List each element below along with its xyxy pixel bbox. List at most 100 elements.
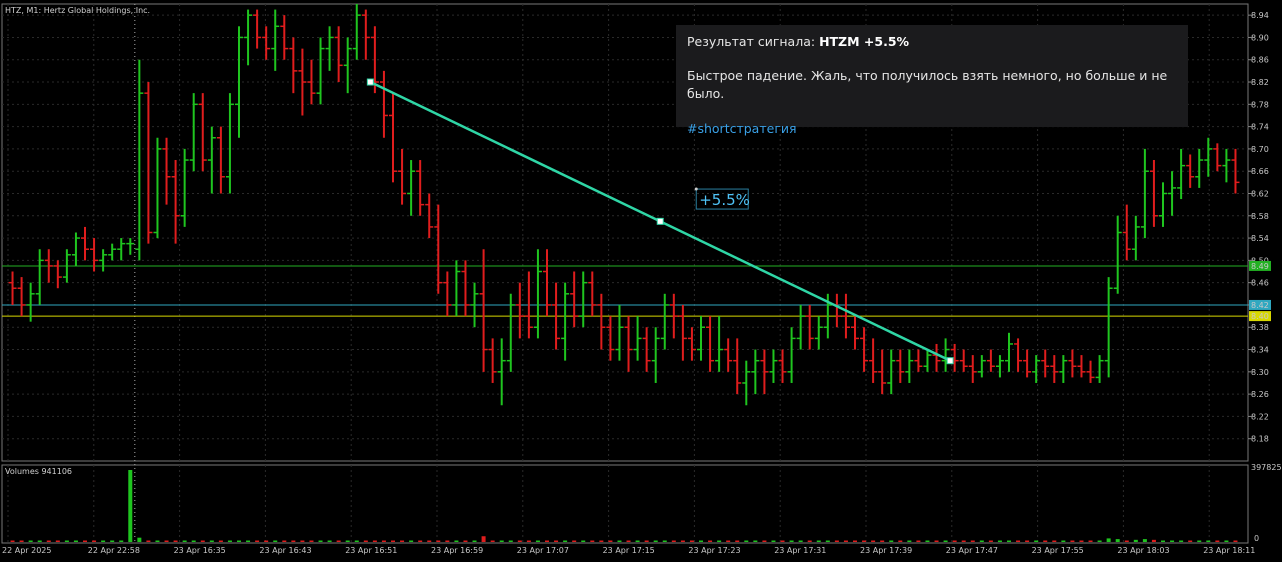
trendline-handle <box>366 78 374 86</box>
volume-bar <box>635 540 640 542</box>
x-tick-label: 23 Apr 18:03 <box>1117 546 1169 555</box>
y-tick-label: 8.38 <box>1251 323 1269 332</box>
volume-bar <box>1007 540 1011 542</box>
volume-bar <box>218 540 223 542</box>
volume-bar <box>608 540 613 542</box>
volume-bar <box>37 540 42 542</box>
y-tick-label: 8.78 <box>1251 100 1269 109</box>
volume-bar <box>1070 540 1075 542</box>
volume-bar <box>717 540 722 542</box>
volume-bar <box>834 540 839 542</box>
volume-bar <box>490 540 495 542</box>
x-tick-label: 23 Apr 16:59 <box>431 546 483 555</box>
volumes-header: Volumes 941106 <box>5 467 72 476</box>
volume-bar <box>753 540 758 542</box>
signal-result-panel: Результат сигнала: HTZM +5.5% Быстрое па… <box>676 25 1188 136</box>
volume-bar <box>744 540 749 542</box>
volume-bar <box>1034 540 1039 542</box>
volume-bar <box>853 540 857 542</box>
x-tick-label: 23 Apr 16:35 <box>174 546 226 555</box>
y-tick-label: 8.34 <box>1251 346 1269 355</box>
volume-bar <box>825 540 830 542</box>
symbol-header: HTZ, M1: Hertz Global Holdings, Inc. <box>5 6 150 15</box>
price-level-label: 8.40 <box>1251 312 1269 321</box>
volume-bar <box>979 540 984 542</box>
x-tick-label: 23 Apr 17:47 <box>946 546 998 555</box>
volume-bar <box>1233 540 1238 542</box>
volume-bar <box>789 540 794 542</box>
volume-bar <box>381 540 386 542</box>
volume-bar <box>255 540 260 542</box>
price-level-label: 8.42 <box>1251 301 1269 310</box>
y-tick-label: 8.74 <box>1251 123 1269 132</box>
x-tick-label: 23 Apr 17:39 <box>860 546 912 555</box>
volume-bar <box>563 540 568 542</box>
volume-bar <box>55 540 60 542</box>
volume-bar <box>916 540 921 542</box>
volume-bar <box>472 540 477 542</box>
trendline-handle <box>656 217 664 225</box>
volume-bar <box>237 540 241 542</box>
volume-bar <box>970 540 975 542</box>
volume-panel-frame <box>1 464 1249 544</box>
volume-bar <box>762 540 767 542</box>
volume-bar <box>653 540 658 542</box>
y-tick-label: 8.54 <box>1251 234 1269 243</box>
volume-bar <box>843 540 848 542</box>
volume-bar <box>309 540 314 542</box>
x-tick-label: 23 Apr 17:23 <box>688 546 740 555</box>
volume-bar <box>572 540 577 542</box>
volume-bar <box>699 540 703 542</box>
signal-comment: Быстрое падение. Жаль, что получилось вз… <box>687 68 1168 101</box>
volume-bar <box>988 540 993 542</box>
volume-bar <box>526 540 531 542</box>
volume-bar <box>164 540 169 542</box>
volume-bar <box>1188 540 1193 542</box>
volume-bar <box>880 540 885 542</box>
volume-bar <box>943 540 948 542</box>
volume-bar <box>73 540 78 542</box>
volume-bar <box>83 540 87 542</box>
signal-hashtag-link[interactable]: #shortстратегия <box>687 120 1177 138</box>
volume-bar <box>28 540 33 542</box>
volume-bar <box>345 540 350 542</box>
volume-bar <box>282 540 287 542</box>
volume-bar <box>1206 540 1211 542</box>
volume-bar <box>771 540 776 542</box>
volume-bar <box>1133 539 1138 542</box>
volume-bar <box>209 540 214 542</box>
x-tick-label: 22 Apr 2025 <box>2 546 51 555</box>
volume-bar <box>1115 539 1120 542</box>
volume-bar <box>554 540 559 542</box>
volume-max-label: 3978259 <box>1251 463 1282 472</box>
y-tick-label: 8.30 <box>1251 368 1269 377</box>
volume-bar <box>671 540 676 542</box>
volume-bar <box>735 540 740 542</box>
volume-bar <box>327 540 332 542</box>
volume-bar <box>463 540 468 542</box>
volume-bar <box>173 540 178 542</box>
volume-bar <box>1025 540 1030 542</box>
x-tick-label: 23 Apr 18:11 <box>1203 546 1255 555</box>
volume-bar <box>726 540 731 542</box>
volume-bar <box>952 540 957 542</box>
volume-bar <box>372 540 377 542</box>
y-tick-label: 8.86 <box>1251 56 1269 65</box>
volume-bar <box>101 540 106 542</box>
volume-bar <box>934 540 939 542</box>
price-level-label: 8.49 <box>1251 262 1269 271</box>
volume-bar <box>1016 540 1021 542</box>
volume-bar <box>110 540 115 542</box>
volume-min-label: 0 <box>1254 534 1259 543</box>
volume-bar <box>182 540 187 542</box>
x-tick-label: 22 Apr 22:58 <box>88 546 140 555</box>
volume-bar <box>137 537 142 542</box>
volume-bar <box>689 540 694 542</box>
volume-bar <box>535 540 540 542</box>
volume-bar <box>1052 540 1057 542</box>
volume-bar <box>1106 538 1111 542</box>
x-tick-label: 23 Apr 16:43 <box>259 546 311 555</box>
volume-bar <box>644 540 649 542</box>
volume-bar <box>889 540 894 542</box>
volume-bar <box>617 540 622 542</box>
